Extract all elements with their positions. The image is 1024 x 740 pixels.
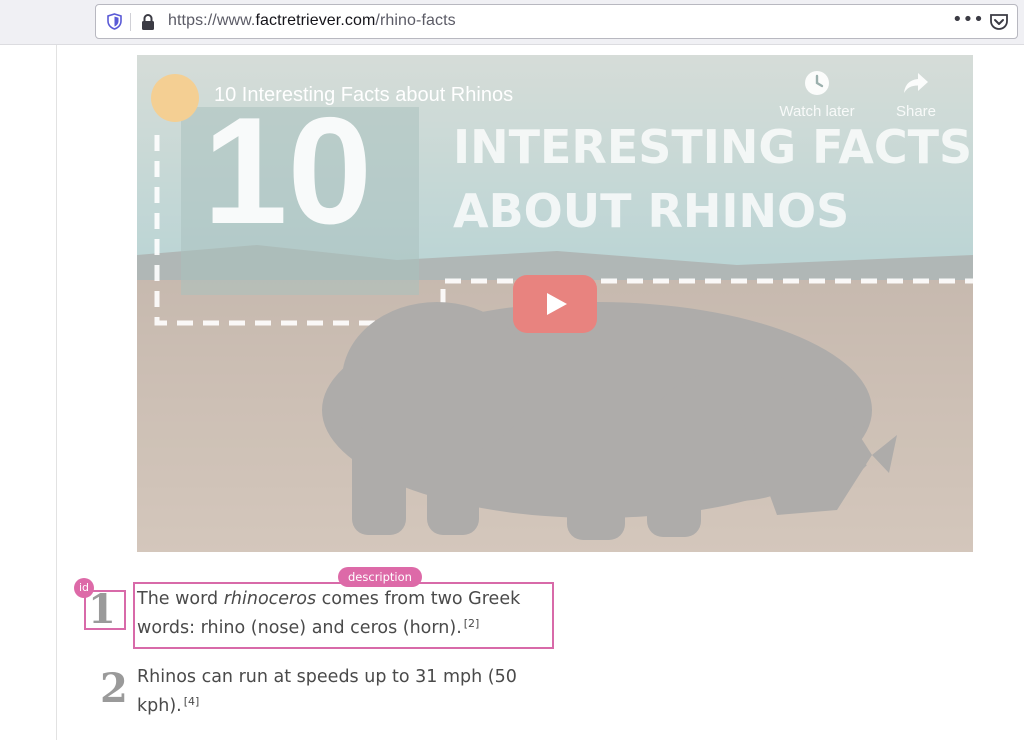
lock-icon[interactable] bbox=[141, 13, 155, 31]
fact-item: 2 Rhinos can run at speeds up to 31 mph … bbox=[80, 663, 640, 723]
id-annotation-tag: id bbox=[74, 578, 94, 598]
url-path: /rhino-facts bbox=[375, 12, 456, 29]
address-bar-separator bbox=[130, 13, 131, 31]
fact-text: Rhinos can run at speeds up to 31 mph (5… bbox=[137, 667, 517, 716]
share-label: Share bbox=[895, 103, 937, 120]
watch-later-label: Watch later bbox=[779, 103, 855, 120]
video-embed[interactable]: 10 INTERESTING FACTS ABOUT RHINOS 10 Int… bbox=[137, 55, 973, 552]
description-annotation-box bbox=[133, 582, 554, 649]
citation-link[interactable]: [4] bbox=[184, 695, 200, 708]
thumbnail-headline: INTERESTING FACTS ABOUT RHINOS bbox=[453, 115, 972, 243]
address-bar[interactable]: https://www.factretriever.com/rhino-fact… bbox=[95, 4, 1018, 39]
fact-description: Rhinos can run at speeds up to 31 mph (5… bbox=[137, 663, 557, 721]
id-annotation-box bbox=[84, 590, 126, 630]
pocket-icon[interactable] bbox=[989, 12, 1009, 32]
browser-toolbar: https://www.factretriever.com/rhino-fact… bbox=[0, 0, 1024, 45]
url-text[interactable]: https://www.factretriever.com/rhino-fact… bbox=[168, 12, 456, 30]
tracking-protection-shield-icon[interactable] bbox=[106, 13, 123, 30]
url-prefix: https://www. bbox=[168, 12, 256, 29]
channel-avatar[interactable] bbox=[151, 74, 199, 122]
watch-later-button[interactable]: Watch later bbox=[774, 69, 860, 120]
clock-icon bbox=[805, 71, 829, 95]
thumbnail-big-number: 10 bbox=[203, 86, 373, 256]
description-annotation-tag: description bbox=[338, 567, 422, 587]
play-button-icon[interactable] bbox=[513, 275, 597, 333]
content-left-border bbox=[56, 45, 57, 740]
headline-line-2: ABOUT RHINOS bbox=[453, 184, 850, 238]
url-host: factretriever.com bbox=[255, 12, 376, 29]
video-title[interactable]: 10 Interesting Facts about Rhinos bbox=[214, 84, 513, 107]
fact-number: 2 bbox=[100, 665, 128, 712]
page-actions-more-icon[interactable]: ••• bbox=[952, 11, 984, 31]
headline-line-1: INTERESTING FACTS bbox=[453, 120, 973, 174]
share-button[interactable]: Share bbox=[873, 69, 959, 120]
share-arrow-icon bbox=[904, 73, 928, 93]
